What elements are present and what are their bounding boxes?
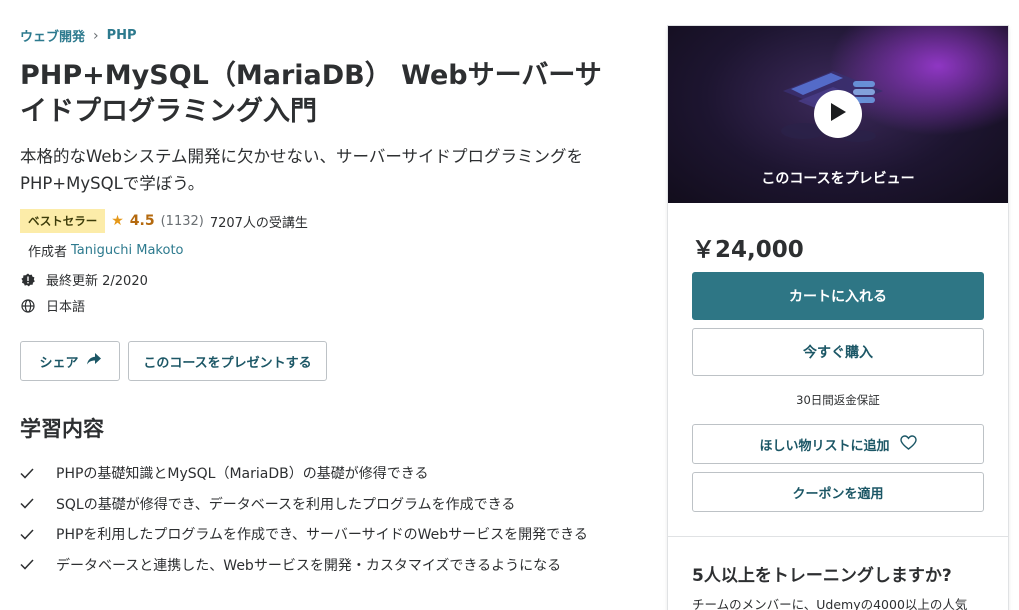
preview-label: このコースをプレビュー — [761, 171, 915, 187]
check-icon — [20, 498, 56, 509]
share-button[interactable]: シェア — [20, 341, 120, 381]
alert-icon — [20, 272, 36, 288]
chevron-right-icon: › — [93, 27, 99, 44]
bestseller-badge: ベストセラー — [20, 209, 106, 233]
breadcrumb-item-php[interactable]: PHP — [107, 28, 137, 43]
rating-row: ベストセラー ★ 4.5 (1132) 7207人の受講生 — [20, 209, 308, 233]
breadcrumb-item-web-dev[interactable]: ウェブ開発 — [20, 26, 85, 45]
money-back-guarantee: 30日間返金保証 — [796, 393, 880, 407]
purchase-sidebar: このコースをプレビュー ￥24,000 カートに入れる 今すぐ購入 30日間返金… — [667, 25, 1009, 610]
creator-label: 作成者 — [28, 245, 68, 260]
share-button-label: シェア — [39, 355, 79, 371]
student-count: 7207人の受講生 — [209, 215, 308, 231]
list-item: データベースと連携した、Webサービスを開発・カスタマイズできるようになる — [20, 550, 588, 581]
course-preview[interactable]: このコースをプレビュー — [668, 26, 1008, 203]
add-to-cart-button[interactable]: カートに入れる — [692, 272, 984, 320]
language-text: 日本語 — [46, 300, 86, 315]
gift-course-button[interactable]: このコースをプレゼントする — [128, 341, 327, 381]
buy-now-button[interactable]: 今すぐ購入 — [692, 328, 984, 376]
learn-item-text: PHPを利用したプログラムを作成でき、サーバーサイドのWebサービスを開発できる — [56, 527, 588, 544]
course-title: PHP+MySQL（MariaDB） Webサーバーサイドプログラミング入門 — [20, 60, 602, 127]
learn-item-text: データベースと連携した、Webサービスを開発・カスタマイズできるようになる — [56, 557, 562, 574]
learn-item-text: PHPの基礎知識とMySQL（MariaDB）の基礎が修得できる — [56, 466, 429, 483]
check-icon — [20, 468, 56, 479]
last-updated-row: 最終更新 2/2020 — [20, 270, 148, 289]
rating-score: 4.5 — [129, 213, 155, 229]
gift-course-label: このコースをプレゼントする — [143, 355, 312, 371]
last-updated-text: 最終更新 2/2020 — [46, 274, 148, 289]
language-row: 日本語 — [20, 296, 85, 315]
team-training-text: チームのメンバーに、Udemyの4000以上の人気 — [692, 597, 968, 610]
play-icon — [829, 102, 847, 126]
learn-heading: 学習内容 — [20, 417, 104, 441]
wishlist-label: ほしい物リストに追加 — [759, 438, 890, 454]
list-item: PHPを利用したプログラムを作成でき、サーバーサイドのWebサービスを開発できる — [20, 519, 588, 550]
team-training-heading: 5人以上をトレーニングしますか? — [692, 566, 952, 586]
share-arrow-icon — [86, 353, 101, 369]
play-button[interactable] — [814, 90, 862, 138]
add-to-wishlist-button[interactable]: ほしい物リストに追加 — [692, 424, 984, 464]
course-price: ￥24,000 — [692, 237, 804, 263]
learn-list: PHPの基礎知識とMySQL（MariaDB）の基礎が修得できる SQLの基礎が… — [20, 458, 588, 580]
star-icon: ★ — [111, 213, 124, 229]
learn-item-text: SQLの基礎が修得でき、データベースを利用したプログラムを作成できる — [56, 496, 516, 513]
list-item: PHPの基礎知識とMySQL（MariaDB）の基礎が修得できる — [20, 458, 588, 489]
sidebar-divider — [668, 536, 1008, 537]
list-item: SQLの基礎が修得でき、データベースを利用したプログラムを作成できる — [20, 489, 588, 520]
course-subtitle: 本格的なWebシステム開発に欠かせない、サーバーサイドプログラミングをPHP+M… — [20, 147, 583, 193]
apply-coupon-button[interactable]: クーポンを適用 — [692, 472, 984, 512]
rating-count[interactable]: (1132) — [161, 214, 204, 229]
check-icon — [20, 559, 56, 570]
creator-row: 作成者 Taniguchi Makoto — [28, 241, 184, 260]
creator-link[interactable]: Taniguchi Makoto — [71, 243, 183, 258]
check-icon — [20, 529, 56, 540]
breadcrumb: ウェブ開発 › PHP — [20, 26, 137, 46]
globe-icon — [20, 298, 36, 314]
heart-icon — [899, 434, 917, 454]
